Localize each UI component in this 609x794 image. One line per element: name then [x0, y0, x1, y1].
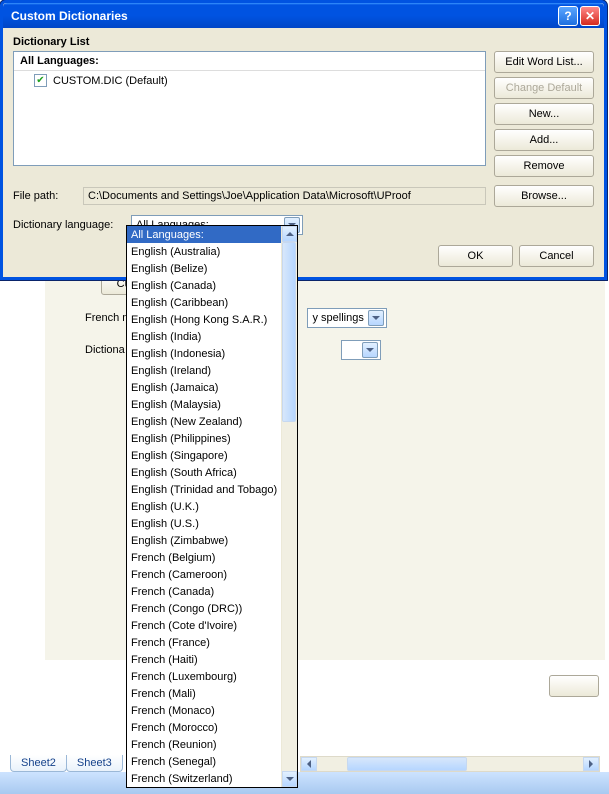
dropdown-option[interactable]: English (Ireland) [127, 362, 281, 379]
help-icon[interactable]: ? [558, 6, 578, 26]
dropdown-option[interactable]: French (Belgium) [127, 549, 281, 566]
chevron-down-icon [362, 342, 378, 358]
scroll-thumb[interactable] [282, 242, 296, 422]
dropdown-option[interactable]: English (Singapore) [127, 447, 281, 464]
dropdown-option[interactable]: English (U.S.) [127, 515, 281, 532]
dropdown-option[interactable]: English (U.K.) [127, 498, 281, 515]
dictionaries-label: Dictiona [85, 344, 125, 356]
sheet-tabs: Sheet2 Sheet3 [10, 755, 122, 772]
dropdown-option[interactable]: French (Luxembourg) [127, 668, 281, 685]
custom-dictionaries-dialog: Custom Dictionaries ? ✕ Dictionary List … [0, 0, 607, 280]
french-modes-combo[interactable]: y spellings [307, 308, 386, 328]
edit-word-list-button[interactable]: Edit Word List... [494, 51, 594, 73]
dropdown-option[interactable]: All Languages: [127, 226, 281, 243]
scroll-thumb[interactable] [347, 757, 467, 771]
scroll-up-icon[interactable] [282, 226, 297, 242]
dropdown-scrollbar[interactable] [281, 226, 297, 787]
dropdown-option[interactable]: English (New Zealand) [127, 413, 281, 430]
language-dropdown-list[interactable]: All Languages:English (Australia)English… [126, 225, 298, 788]
file-path-field: C:\Documents and Settings\Joe\Applicatio… [83, 187, 486, 205]
dropdown-option[interactable]: English (India) [127, 328, 281, 345]
dictionaries-combo[interactable] [341, 340, 381, 360]
french-modes-label: French m [85, 312, 131, 324]
titlebar[interactable]: Custom Dictionaries ? ✕ [3, 3, 604, 28]
dictionary-language-label: Dictionary language: [13, 219, 125, 231]
dropdown-option[interactable]: French (France) [127, 634, 281, 651]
dropdown-option[interactable]: French (Switzerland) [127, 770, 281, 787]
dropdown-option[interactable]: French (Cote d'Ivoire) [127, 617, 281, 634]
dictionary-list-header: Dictionary List [13, 36, 594, 48]
horizontal-scrollbar[interactable] [300, 756, 600, 772]
close-icon[interactable]: ✕ [580, 6, 600, 26]
dropdown-option[interactable]: English (Caribbean) [127, 294, 281, 311]
status-bar [0, 772, 609, 794]
new-button[interactable]: New... [494, 103, 594, 125]
dropdown-option[interactable]: English (South Africa) [127, 464, 281, 481]
file-path-label: File path: [13, 190, 75, 202]
dropdown-option[interactable]: French (Haiti) [127, 651, 281, 668]
tab-sheet3[interactable]: Sheet3 [66, 755, 123, 772]
dropdown-option[interactable]: French (Morocco) [127, 719, 281, 736]
browse-button[interactable]: Browse... [494, 185, 594, 207]
dropdown-option[interactable]: English (Philippines) [127, 430, 281, 447]
cancel-button[interactable]: Cancel [519, 245, 594, 267]
dropdown-option[interactable]: English (Indonesia) [127, 345, 281, 362]
chevron-down-icon [368, 310, 384, 326]
tab-sheet2[interactable]: Sheet2 [10, 755, 67, 772]
dropdown-option[interactable]: English (Australia) [127, 243, 281, 260]
checkbox-checked-icon[interactable]: ✔ [34, 74, 47, 87]
dropdown-option[interactable]: French (Mali) [127, 685, 281, 702]
remove-button[interactable]: Remove [494, 155, 594, 177]
dropdown-option[interactable]: French (Canada) [127, 583, 281, 600]
dialog-title: Custom Dictionaries [11, 9, 558, 23]
dictionary-list-box[interactable]: All Languages: ✔ CUSTOM.DIC (Default) [13, 51, 486, 166]
scroll-down-icon[interactable] [282, 771, 297, 787]
dropdown-option[interactable]: English (Trinidad and Tobago) [127, 481, 281, 498]
scroll-right-icon[interactable] [583, 757, 599, 771]
add-button[interactable]: Add... [494, 129, 594, 151]
dropdown-option[interactable]: English (Zimbabwe) [127, 532, 281, 549]
change-default-button: Change Default [494, 77, 594, 99]
dropdown-option[interactable]: French (Cameroon) [127, 566, 281, 583]
dropdown-option[interactable]: French (Reunion) [127, 736, 281, 753]
dictionary-item-label: CUSTOM.DIC (Default) [53, 75, 168, 87]
dropdown-option[interactable]: French (Monaco) [127, 702, 281, 719]
dropdown-option[interactable]: English (Canada) [127, 277, 281, 294]
dropdown-option[interactable]: English (Malaysia) [127, 396, 281, 413]
dictionary-group-header: All Languages: [14, 52, 485, 71]
dictionary-item[interactable]: ✔ CUSTOM.DIC (Default) [14, 71, 485, 90]
partial-button[interactable] [549, 675, 599, 697]
dropdown-option[interactable]: French (Congo (DRC)) [127, 600, 281, 617]
dropdown-option[interactable]: English (Jamaica) [127, 379, 281, 396]
dropdown-option[interactable]: English (Belize) [127, 260, 281, 277]
ok-button[interactable]: OK [438, 245, 513, 267]
dropdown-option[interactable]: English (Hong Kong S.A.R.) [127, 311, 281, 328]
scroll-left-icon[interactable] [301, 757, 317, 771]
dropdown-option[interactable]: French (Senegal) [127, 753, 281, 770]
